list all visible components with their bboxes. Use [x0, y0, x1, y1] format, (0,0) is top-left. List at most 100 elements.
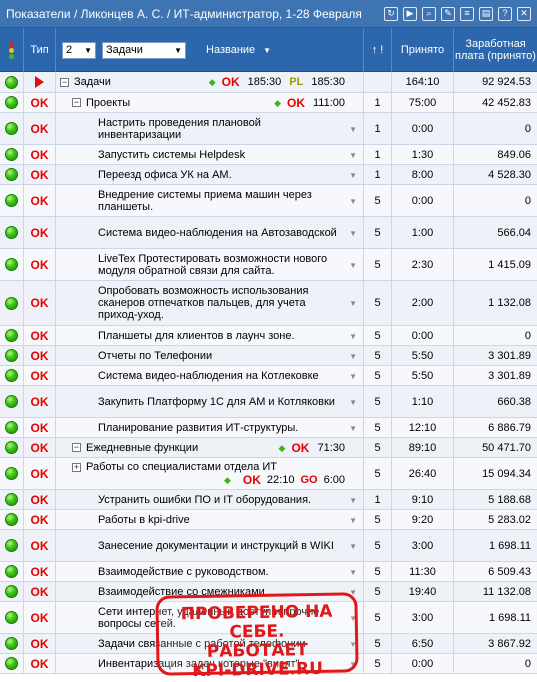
play-icon[interactable]: ▶	[403, 6, 417, 21]
table-row[interactable]: OK − Ежедневные функции ◆ OK 71:30 5 89:10 50 47…	[0, 438, 537, 458]
name-cell[interactable]: Работы в kpi-drive ▼	[56, 510, 364, 529]
task-name[interactable]: Запустить системы Helpdesk	[60, 149, 245, 161]
table-row[interactable]: OK Опробовать возможность использования с…	[0, 281, 537, 326]
chevron-down-icon[interactable]: ▼	[349, 423, 357, 435]
table-row[interactable]: OK Внедрение системы приема машин через п…	[0, 185, 537, 217]
name-cell[interactable]: LiveTex Протестировать возможности новог…	[56, 249, 364, 280]
chevron-down-icon[interactable]: ▼	[349, 228, 357, 240]
status-green-icon	[5, 258, 18, 271]
task-name[interactable]: Опробовать возможность использования ска…	[60, 285, 345, 321]
info-icon[interactable]: ?	[498, 6, 512, 21]
name-cell[interactable]: Запустить системы Helpdesk ▼	[56, 145, 364, 164]
table-row[interactable]: OK Занесение документации и инструкций в …	[0, 530, 537, 562]
name-cell[interactable]: Отчеты по Телефонии ▼	[56, 346, 364, 365]
table-row[interactable]: OK − Проекты ◆ OK 111:00 1 75:00 42 452.83	[0, 93, 537, 113]
table-row[interactable]: OK Взаимодействие с руководством. ▼ 5 11:30 6…	[0, 562, 537, 582]
task-name[interactable]: Отчеты по Телефонии	[60, 350, 212, 362]
play-arrow-icon[interactable]	[35, 76, 44, 88]
chevron-down-icon[interactable]: ▼	[349, 196, 357, 208]
task-name[interactable]: Система видео-наблюдения на Автозаводско…	[60, 227, 337, 239]
name-cell[interactable]: − Ежедневные функции ◆ OK 71:30	[56, 438, 364, 457]
expand-toggle-icon[interactable]: +	[72, 462, 81, 472]
name-cell[interactable]: Переезд офиса УК на АМ. ▼	[56, 165, 364, 184]
table-row[interactable]: OK Планирование развития ИТ-структуры. ▼ 5 1…	[0, 418, 537, 438]
chevron-down-icon[interactable]: ▼	[349, 124, 357, 136]
name-cell[interactable]: Внедрение системы приема машин через пла…	[56, 185, 364, 216]
name-cell[interactable]: − Проекты ◆ OK 111:00	[56, 93, 364, 112]
name-cell[interactable]: Устранить ошибки ПО и IT оборудования. ▼	[56, 490, 364, 509]
collapse-toggle-icon[interactable]: −	[72, 443, 81, 452]
column-header-salary[interactable]: Заработная плата (принято)	[454, 28, 537, 72]
task-name[interactable]: Планшеты для клиентов в лаунч зоне.	[60, 330, 295, 342]
status-ok: OK	[30, 368, 49, 383]
search-icon[interactable]: ⌕	[422, 6, 436, 21]
table-row[interactable]: OK Настрить проведения плановой инвентари…	[0, 113, 537, 145]
table-row[interactable]: − Задачи ◆ OK 185:30 PL 185:30 164:10 92 924.53	[0, 72, 537, 93]
table-row[interactable]: OK LiveTex Протестировать возможности нов…	[0, 249, 537, 281]
table-row[interactable]: OK Запустить системы Helpdesk ▼ 1 1:30 849.06	[0, 145, 537, 165]
accepted-cell: 1:30	[392, 145, 454, 164]
depth-select[interactable]: 2 ▼	[62, 41, 96, 59]
table-row[interactable]: OK + Работы со специалистами отдела ИТ ◆ OK 2…	[0, 458, 537, 490]
status-ok: OK	[30, 121, 49, 136]
table-row[interactable]: OK Работы в kpi-drive ▼ 5 9:20 5 283.02	[0, 510, 537, 530]
list-icon[interactable]: ≡	[460, 6, 474, 21]
task-name[interactable]: Планирование развития ИТ-структуры.	[60, 422, 298, 434]
table-row[interactable]: OK Устранить ошибки ПО и IT оборудования.…	[0, 490, 537, 510]
chevron-down-icon[interactable]: ▼	[349, 298, 357, 310]
task-name[interactable]: Устранить ошибки ПО и IT оборудования.	[60, 494, 311, 506]
name-cell[interactable]: Планшеты для клиентов в лаунч зоне. ▼	[56, 326, 364, 345]
close-icon[interactable]: ✕	[517, 6, 531, 21]
name-cell[interactable]: Занесение документации и инструкций в WI…	[56, 530, 364, 561]
task-name[interactable]: Работы в kpi-drive	[60, 514, 190, 526]
task-name[interactable]: Закупить Платформу 1С для АМ и Котляковк…	[60, 396, 335, 408]
name-cell[interactable]: Закупить Платформу 1С для АМ и Котляковк…	[56, 386, 364, 417]
chevron-down-icon[interactable]: ▼	[349, 567, 357, 579]
name-cell[interactable]: Система видео-наблюдения на Котлековке ▼	[56, 366, 364, 385]
task-name[interactable]: Система видео-наблюдения на Котлековке	[60, 370, 319, 382]
task-name[interactable]: Внедрение системы приема машин через пла…	[60, 189, 345, 213]
chevron-down-icon[interactable]: ▼	[349, 515, 357, 527]
chevron-down-icon[interactable]: ▼	[349, 397, 357, 409]
table-row[interactable]: OK Система видео-наблюдения на Котлековке…	[0, 366, 537, 386]
table-row[interactable]: OK Закупить Платформу 1С для АМ и Котляко…	[0, 386, 537, 418]
name-cell[interactable]: − Задачи ◆ OK 185:30 PL 185:30	[56, 72, 364, 92]
refresh-icon[interactable]: ↻	[384, 6, 398, 21]
task-name[interactable]: LiveTex Протестировать возможности новог…	[60, 253, 345, 277]
priority-cell: 1	[364, 145, 392, 164]
chevron-down-icon[interactable]: ▼	[349, 495, 357, 507]
task-name[interactable]: Взаимодействие с руководством.	[60, 566, 269, 578]
table-row[interactable]: OK Система видео-наблюдения на Автозаводс…	[0, 217, 537, 249]
salary-cell: 1 698.11	[488, 611, 531, 624]
column-header-priority[interactable]: ↑ !	[364, 28, 392, 72]
chevron-down-icon[interactable]: ▼	[349, 150, 357, 162]
column-header-type[interactable]: Тип	[24, 28, 56, 72]
collapse-toggle-icon[interactable]: −	[72, 98, 81, 107]
table-row[interactable]: OK Переезд офиса УК на АМ. ▼ 1 8:00 4 528.30	[0, 165, 537, 185]
chevron-down-icon[interactable]: ▼	[349, 331, 357, 343]
filter-select[interactable]: Задачи ▼	[102, 41, 186, 59]
sort-chevron-icon[interactable]: ▼	[263, 46, 271, 55]
chevron-down-icon[interactable]: ▼	[349, 351, 357, 363]
wrench-icon[interactable]: ✎	[441, 6, 455, 21]
column-header-name[interactable]: 2 ▼ Задачи ▼ Название ▼	[56, 28, 364, 72]
chevron-down-icon[interactable]: ▼	[349, 260, 357, 272]
chevron-down-icon[interactable]: ▼	[349, 170, 357, 182]
name-cell[interactable]: Опробовать возможность использования ска…	[56, 281, 364, 325]
table-row[interactable]: OK Планшеты для клиентов в лаунч зоне. ▼ 5 0…	[0, 326, 537, 346]
name-cell[interactable]: Настрить проведения плановой инвентариза…	[56, 113, 364, 144]
name-cell[interactable]: Взаимодействие с руководством. ▼	[56, 562, 364, 581]
task-name[interactable]: Настрить проведения плановой инвентариза…	[60, 117, 345, 141]
accepted-cell: 9:20	[392, 510, 454, 529]
name-cell[interactable]: Планирование развития ИТ-структуры. ▼	[56, 418, 364, 437]
column-header-accepted[interactable]: Принято	[392, 28, 454, 72]
csv-icon[interactable]: ▤	[479, 6, 493, 21]
collapse-toggle-icon[interactable]: −	[60, 77, 69, 87]
chevron-down-icon[interactable]: ▼	[349, 541, 357, 553]
task-name[interactable]: Переезд офиса УК на АМ.	[60, 169, 232, 181]
table-row[interactable]: OK Отчеты по Телефонии ▼ 5 5:50 3 301.89	[0, 346, 537, 366]
chevron-down-icon[interactable]: ▼	[349, 371, 357, 383]
task-name[interactable]: Занесение документации и инструкций в WI…	[60, 540, 334, 552]
name-cell[interactable]: + Работы со специалистами отдела ИТ ◆ OK 22:…	[56, 458, 364, 489]
name-cell[interactable]: Система видео-наблюдения на Автозаводско…	[56, 217, 364, 248]
